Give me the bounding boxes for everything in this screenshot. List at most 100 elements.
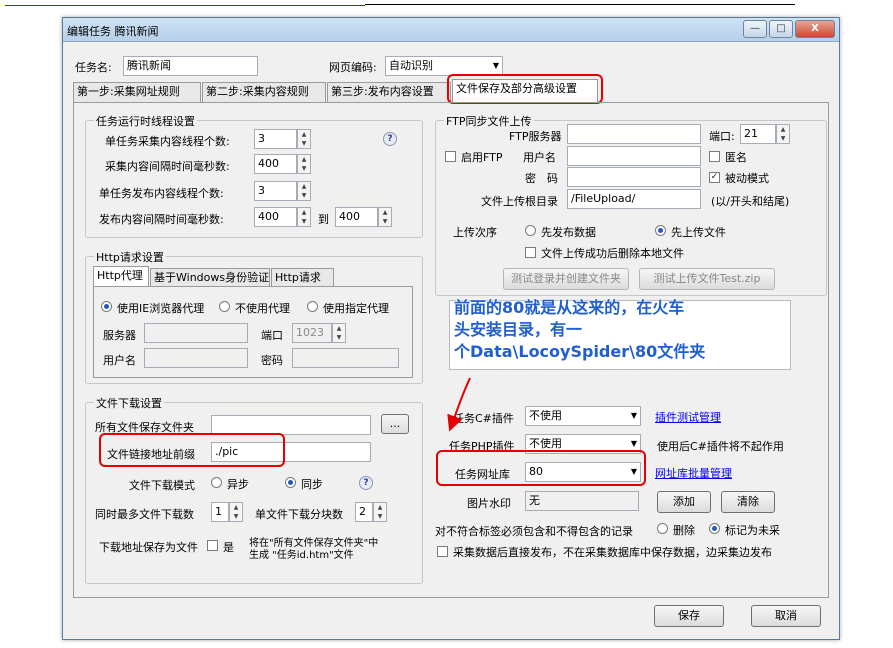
tab-http-request[interactable]: Http请求 <box>271 268 334 286</box>
collect-interval-stepper[interactable]: ▲ ▼ <box>297 154 311 174</box>
chunks-stepper[interactable]: ▲ ▼ <box>373 502 387 522</box>
passive-mode-checkbox[interactable]: ✓ <box>709 172 720 183</box>
radio-delete-record[interactable] <box>657 523 668 534</box>
cs-plugin-label: 任务C#插件 <box>453 412 514 425</box>
anonymous-checkbox[interactable] <box>709 151 720 162</box>
chunks-input[interactable]: 2 <box>355 502 373 522</box>
tab-step2[interactable]: 第二步:采集内容规则 <box>202 82 326 102</box>
chunks-label: 单文件下载分块数 <box>255 508 343 521</box>
maximize-button[interactable]: □ <box>769 20 793 38</box>
help-icon-download[interactable]: ? <box>359 476 373 490</box>
publish-interval-stepper[interactable]: ▲ ▼ <box>297 207 311 227</box>
ftp-port-label: 端口: <box>709 130 735 143</box>
collect-interval-input[interactable]: 400 <box>254 154 297 174</box>
ftp-port-input[interactable]: 21 <box>740 124 776 144</box>
add-watermark-button[interactable]: 添加 <box>657 491 711 513</box>
upload-first-label: 先上传文件 <box>671 226 726 239</box>
proxy-server-input[interactable] <box>144 323 248 343</box>
annotation-line-3: 个Data\LocoySpider\80文件夹 <box>454 342 706 361</box>
ftp-group-title: FTP同步文件上传 <box>444 113 534 129</box>
enable-ftp-checkbox[interactable] <box>445 151 456 162</box>
radio-no-proxy[interactable] <box>219 301 230 312</box>
test-login-button[interactable]: 测试登录并创建文件夹 <box>503 268 629 290</box>
radio-ie-proxy[interactable] <box>101 301 112 312</box>
publish-interval-max-stepper[interactable]: ▲ ▼ <box>378 207 392 227</box>
tab-step3[interactable]: 第三步:发布内容设置 <box>327 82 451 102</box>
max-downloads-label: 同时最多文件下载数 <box>95 508 194 521</box>
mismatch-label: 对不符合标签必须包含和不得包含的记录 <box>435 525 633 538</box>
collect-interval-label: 采集内容间隔时间毫秒数: <box>105 160 230 173</box>
upload-order-label: 上传次序 <box>453 226 497 239</box>
radio-publish-first[interactable] <box>525 225 536 236</box>
proxy-password-input[interactable] <box>292 348 399 368</box>
title-bar[interactable]: 编辑任务 腾讯新闻 — □ X <box>63 18 839 42</box>
publish-interval-max-input[interactable]: 400 <box>335 207 378 227</box>
ftp-password-input[interactable] <box>567 167 701 187</box>
async-label: 异步 <box>227 478 249 491</box>
highlight-url-db <box>436 450 646 486</box>
annotation-line-2: 头安装目录，有一 <box>454 320 583 339</box>
plugin-test-link[interactable]: 插件测试管理 <box>655 409 721 425</box>
publish-threads-input[interactable]: 3 <box>254 181 297 201</box>
radio-async[interactable] <box>211 477 222 488</box>
header-rule-black <box>365 4 795 5</box>
publish-interval-input[interactable]: 400 <box>254 207 297 227</box>
download-mode-label: 文件下载模式 <box>129 479 195 492</box>
upload-root-note: (以/开头和结尾) <box>711 195 790 208</box>
save-as-file-label: 下载地址保存为文件 <box>99 541 198 554</box>
radio-custom-proxy[interactable] <box>307 301 318 312</box>
cs-plugin-select[interactable]: 不使用 <box>525 406 641 426</box>
save-as-yes-label: 是 <box>223 541 234 554</box>
ftp-password-label: 密 码 <box>525 172 558 185</box>
clear-watermark-button[interactable]: 清除 <box>721 491 775 513</box>
test-upload-zip-button[interactable]: 测试上传文件Test.zip <box>639 268 775 290</box>
radio-mark-uncollected[interactable] <box>709 523 720 534</box>
publish-threads-stepper[interactable]: ▲ ▼ <box>297 181 311 201</box>
save-as-note-line2: 生成 "任务id.htm"文件 <box>249 550 354 561</box>
proxy-port-input[interactable]: 1023 <box>292 323 332 343</box>
max-downloads-input[interactable]: 1 <box>211 502 229 522</box>
tab-http-proxy[interactable]: Http代理 <box>93 266 149 286</box>
ftp-server-label: FTP服务器 <box>509 130 562 143</box>
ftp-user-input[interactable] <box>567 146 701 166</box>
browse-folder-button[interactable]: ... <box>381 414 409 434</box>
tab-step1[interactable]: 第一步:采集网址规则 <box>73 82 201 102</box>
save-button[interactable]: 保存 <box>654 605 724 627</box>
minimize-button[interactable]: — <box>743 20 767 38</box>
direct-publish-label: 采集数据后直接发布，不在采集数据库中保存数据，边采集边发布 <box>453 546 772 559</box>
ftp-port-stepper[interactable]: ▲ ▼ <box>776 124 790 144</box>
direct-publish-checkbox[interactable] <box>437 546 448 557</box>
thread-settings-title: 任务运行时线程设置 <box>94 113 197 129</box>
custom-proxy-label: 使用指定代理 <box>323 302 389 315</box>
proxy-port-label: 端口 <box>261 329 283 342</box>
url-db-manage-link[interactable]: 网址库批量管理 <box>655 465 732 481</box>
collect-threads-input[interactable]: 3 <box>254 129 297 149</box>
watermark-input[interactable]: 无 <box>525 491 639 511</box>
save-folder-input[interactable] <box>211 415 371 435</box>
encoding-select[interactable]: 自动识别 <box>385 56 503 76</box>
proxy-port-stepper[interactable]: ▲ ▼ <box>332 323 346 343</box>
save-as-file-checkbox[interactable] <box>207 540 218 551</box>
proxy-password-label: 密码 <box>261 354 283 367</box>
delete-local-label: 文件上传成功后删除本地文件 <box>541 247 684 260</box>
proxy-user-input[interactable] <box>144 348 248 368</box>
cancel-button[interactable]: 取消 <box>751 605 821 627</box>
watermark-label: 图片水印 <box>467 497 511 510</box>
task-name-label: 任务名: <box>75 61 112 74</box>
annotation-callout: 前面的80就是从这来的，在火车 头安装目录，有一 个Data\LocoySpid… <box>454 297 794 363</box>
collect-threads-stepper[interactable]: ▲ ▼ <box>297 129 311 149</box>
task-name-input[interactable]: 腾讯新闻 <box>123 56 258 76</box>
mark-uncollected-label: 标记为未采 <box>725 524 780 537</box>
max-downloads-stepper[interactable]: ▲ ▼ <box>229 502 243 522</box>
upload-root-label: 文件上传根目录 <box>481 195 558 208</box>
help-icon[interactable]: ? <box>383 132 397 146</box>
annotation-line-1: 前面的80就是从这来的，在火车 <box>454 298 685 317</box>
tab-windows-auth[interactable]: 基于Windows身份验证 <box>150 268 270 286</box>
radio-sync[interactable] <box>285 477 296 488</box>
publish-threads-label: 单任务发布内容线程个数: <box>99 187 224 200</box>
delete-local-checkbox[interactable] <box>525 247 536 258</box>
ftp-server-input[interactable] <box>567 124 701 144</box>
radio-upload-first[interactable] <box>655 225 666 236</box>
upload-root-input[interactable]: /FileUpload/ <box>567 189 701 209</box>
close-button[interactable]: X <box>795 20 835 38</box>
